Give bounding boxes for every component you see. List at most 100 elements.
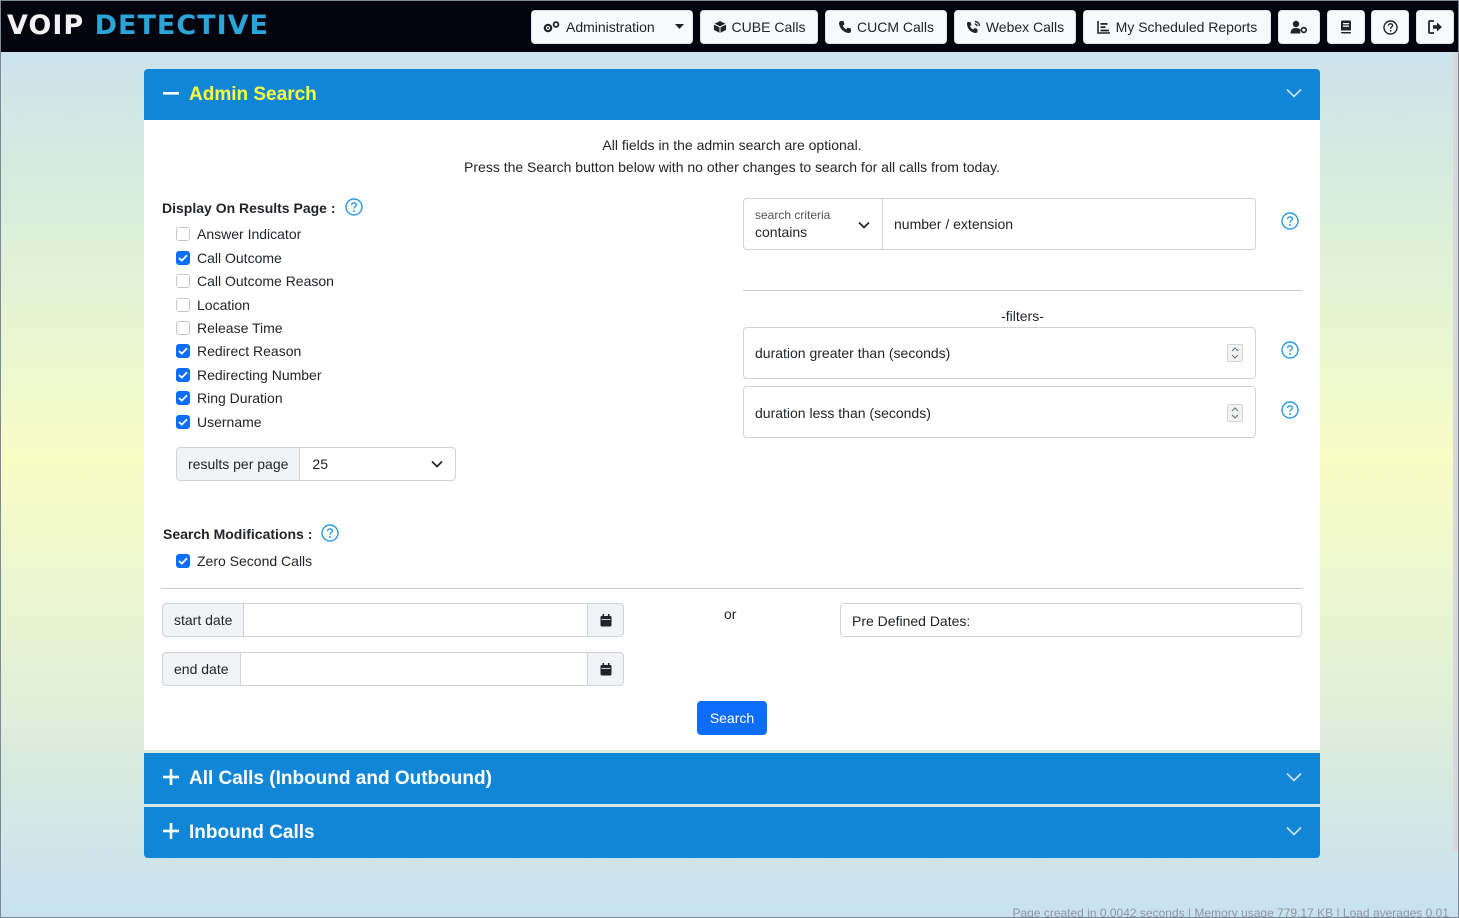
check-icon (178, 394, 188, 402)
top-navbar: VOIP DETECTIVE Administration CUBE Calls… (1, 1, 1458, 52)
cube-calls-button[interactable]: CUBE Calls (700, 10, 818, 44)
checkbox-location[interactable]: Location (176, 295, 250, 315)
admin-search-header[interactable]: Admin Search (144, 69, 1320, 120)
checkbox-release-time[interactable]: Release Time (176, 318, 283, 338)
checkbox-checked[interactable] (176, 368, 190, 382)
gears-icon (543, 21, 560, 33)
webex-calls-label: Webex Calls (985, 19, 1065, 35)
checkbox-call-outcome-reason[interactable]: Call Outcome Reason (176, 271, 334, 291)
phone-volume-icon (966, 20, 981, 33)
results-per-page-group: results per page 25 (176, 447, 456, 481)
number-extension-input[interactable]: number / extension (882, 198, 1256, 250)
logout-button[interactable] (1416, 10, 1454, 44)
help-circle-icon (1382, 19, 1398, 35)
results-per-page-select[interactable]: 25 (300, 447, 456, 481)
start-date-calendar-button[interactable] (588, 603, 624, 637)
checkbox-redirect-reason[interactable]: Redirect Reason (176, 341, 301, 361)
webex-calls-button[interactable]: Webex Calls (954, 10, 1076, 44)
checkbox[interactable] (176, 274, 190, 288)
chevron-down-icon (1286, 826, 1302, 836)
all-calls-header[interactable]: All Calls (Inbound and Outbound) (144, 753, 1320, 804)
administration-label: Administration (566, 19, 655, 35)
duration-less-than-input[interactable]: duration less than (seconds) (743, 386, 1256, 438)
phone-icon (839, 21, 851, 33)
checkbox-call-outcome[interactable]: Call Outcome (176, 248, 282, 268)
checkbox[interactable] (176, 321, 190, 335)
checkbox-zero-second-calls[interactable]: Zero Second Calls (176, 551, 312, 571)
check-icon (178, 418, 188, 426)
manual-button[interactable] (1327, 10, 1365, 44)
checkbox-checked[interactable] (176, 344, 190, 358)
scrollbar[interactable] (1453, 52, 1458, 852)
number-spinner[interactable] (1227, 404, 1243, 422)
help-icon[interactable] (345, 198, 363, 216)
help-button[interactable] (1371, 10, 1409, 44)
user-gear-icon (1290, 20, 1308, 34)
checkbox-username[interactable]: Username (176, 412, 262, 432)
start-date-group: start date (162, 603, 624, 637)
chevron-down-icon (858, 221, 870, 229)
end-date-group: end date (162, 652, 624, 686)
calendar-icon (600, 662, 611, 675)
cucm-calls-label: CUCM Calls (857, 19, 934, 35)
help-icon[interactable] (1281, 212, 1299, 230)
checkbox-checked[interactable] (176, 251, 190, 265)
calendar-icon (600, 613, 611, 626)
minus-icon (163, 92, 179, 95)
filters-label: -filters- (1001, 308, 1044, 324)
chart-bar-icon (1096, 21, 1110, 34)
start-date-label: start date (162, 603, 245, 637)
chevron-down-icon[interactable] (666, 11, 692, 43)
checkbox-checked[interactable] (176, 391, 190, 405)
search-criteria-select[interactable]: search criteria contains (743, 198, 883, 250)
checkbox[interactable] (176, 298, 190, 312)
page-footer: Page created in 0.0042 seconds | Memory … (1012, 906, 1449, 918)
cube-icon (713, 21, 726, 33)
check-icon (178, 347, 188, 355)
my-scheduled-reports-button[interactable]: My Scheduled Reports (1083, 10, 1271, 44)
cube-calls-label: CUBE Calls (731, 19, 806, 35)
intro-text-line2: Press the Search button below with no ot… (464, 159, 1000, 175)
help-icon[interactable] (1281, 341, 1299, 359)
checkbox-answer-indicator[interactable]: Answer Indicator (176, 224, 301, 244)
check-icon (178, 371, 188, 379)
end-date-label: end date (162, 652, 241, 686)
cucm-calls-button[interactable]: CUCM Calls (825, 10, 947, 44)
plus-icon (163, 769, 179, 785)
display-on-results-label: Display On Results Page : (162, 200, 336, 216)
check-icon (178, 254, 188, 262)
plus-icon (163, 823, 179, 839)
search-modifications-label: Search Modifications : (163, 526, 313, 542)
divider (743, 290, 1302, 291)
number-spinner[interactable] (1227, 344, 1243, 362)
checkbox-ring-duration[interactable]: Ring Duration (176, 388, 283, 408)
or-label: or (724, 606, 737, 622)
end-date-input[interactable] (240, 652, 588, 686)
start-date-input[interactable] (244, 603, 588, 637)
admin-search-title: Admin Search (189, 83, 317, 105)
check-icon (178, 557, 188, 565)
chevron-down-icon (1286, 772, 1302, 782)
all-calls-title: All Calls (Inbound and Outbound) (189, 767, 492, 789)
my-scheduled-reports-label: My Scheduled Reports (1115, 19, 1258, 35)
checkbox-checked[interactable] (176, 415, 190, 429)
admin-search-body: All fields in the admin search are optio… (144, 120, 1320, 750)
voip-detective-logo[interactable]: VOIP DETECTIVE (7, 8, 269, 42)
user-settings-button[interactable] (1278, 10, 1320, 44)
end-date-calendar-button[interactable] (588, 652, 624, 686)
duration-greater-than-input[interactable]: duration greater than (seconds) (743, 327, 1256, 379)
predefined-dates-select[interactable]: Pre Defined Dates: (840, 603, 1302, 637)
logout-icon (1427, 20, 1442, 34)
divider (161, 588, 1302, 589)
help-icon[interactable] (321, 524, 339, 542)
checkbox-redirecting-number[interactable]: Redirecting Number (176, 365, 322, 385)
chevron-down-icon (1286, 88, 1302, 98)
inbound-calls-header[interactable]: Inbound Calls (144, 807, 1320, 858)
search-button[interactable]: Search (697, 701, 767, 735)
help-icon[interactable] (1281, 401, 1299, 419)
checkbox[interactable] (176, 227, 190, 241)
administration-dropdown[interactable]: Administration (531, 10, 693, 44)
intro-text-line1: All fields in the admin search are optio… (602, 137, 862, 153)
checkbox-checked[interactable] (176, 554, 190, 568)
chevron-down-icon (431, 460, 443, 468)
